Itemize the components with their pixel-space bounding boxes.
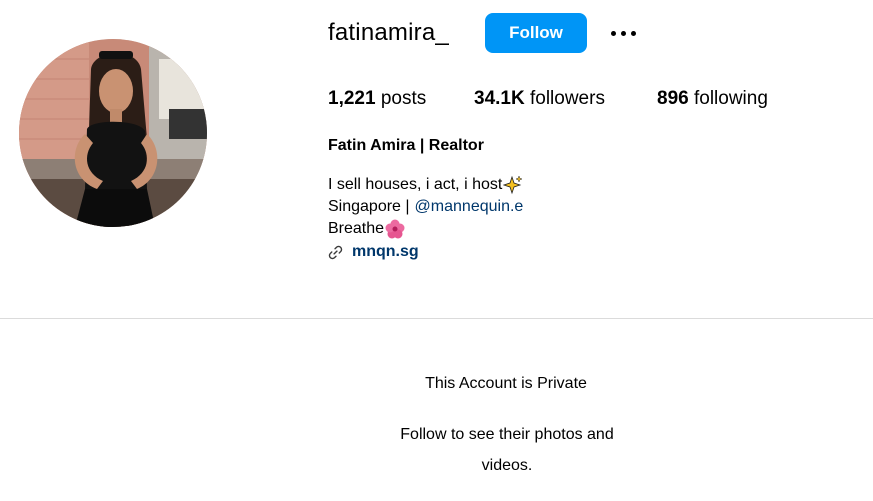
bio-mention-link[interactable]: @mannequin.e (415, 196, 524, 218)
private-account-title: This Account is Private (425, 375, 587, 392)
more-options-icon[interactable] (604, 18, 642, 48)
bio-line-1-text: I sell houses, i act, i host (328, 176, 503, 193)
website-row: mnqn.sg (328, 241, 523, 263)
followers-count: 34.1K (474, 88, 525, 109)
posts-label: posts (375, 88, 427, 109)
hibiscus-icon (385, 219, 405, 239)
link-icon (328, 245, 343, 259)
follow-button[interactable]: Follow (485, 13, 587, 53)
profile-full-name: Fatin Amira | Realtor (328, 137, 484, 154)
posts-stat: 1,221 posts (328, 88, 426, 110)
profile-username: fatinamira_ (328, 19, 449, 46)
bio-line-1: I sell houses, i act, i host (328, 174, 524, 196)
sparkles-icon (503, 175, 524, 195)
following-label: following (688, 88, 768, 109)
followers-label: followers (524, 88, 605, 109)
followers-stat[interactable]: 34.1K followers (474, 88, 605, 110)
bio-line-2-text: Singapore | (328, 198, 410, 215)
profile-bio: I sell houses, i act, i host Singapore |… (328, 174, 523, 263)
bio-line-3-text: Breathe (328, 220, 385, 237)
section-divider (0, 318, 873, 319)
more-dot (630, 30, 636, 36)
bio-line-3: Breathe (328, 218, 523, 240)
profile-page: fatinamira_ Follow 1,221 posts 34.1K fol… (0, 0, 873, 501)
bio-line-2: Singapore | @mannequin.e (328, 196, 523, 218)
following-count: 896 (657, 88, 689, 109)
posts-count: 1,221 (328, 88, 376, 109)
more-dot (620, 30, 626, 36)
more-dot (610, 30, 616, 36)
website-link[interactable]: mnqn.sg (352, 241, 419, 263)
profile-avatar[interactable] (19, 39, 207, 227)
following-stat[interactable]: 896 following (657, 88, 768, 110)
private-account-text: Follow to see their photos and videos. (400, 426, 614, 474)
avatar-photo (19, 39, 207, 227)
